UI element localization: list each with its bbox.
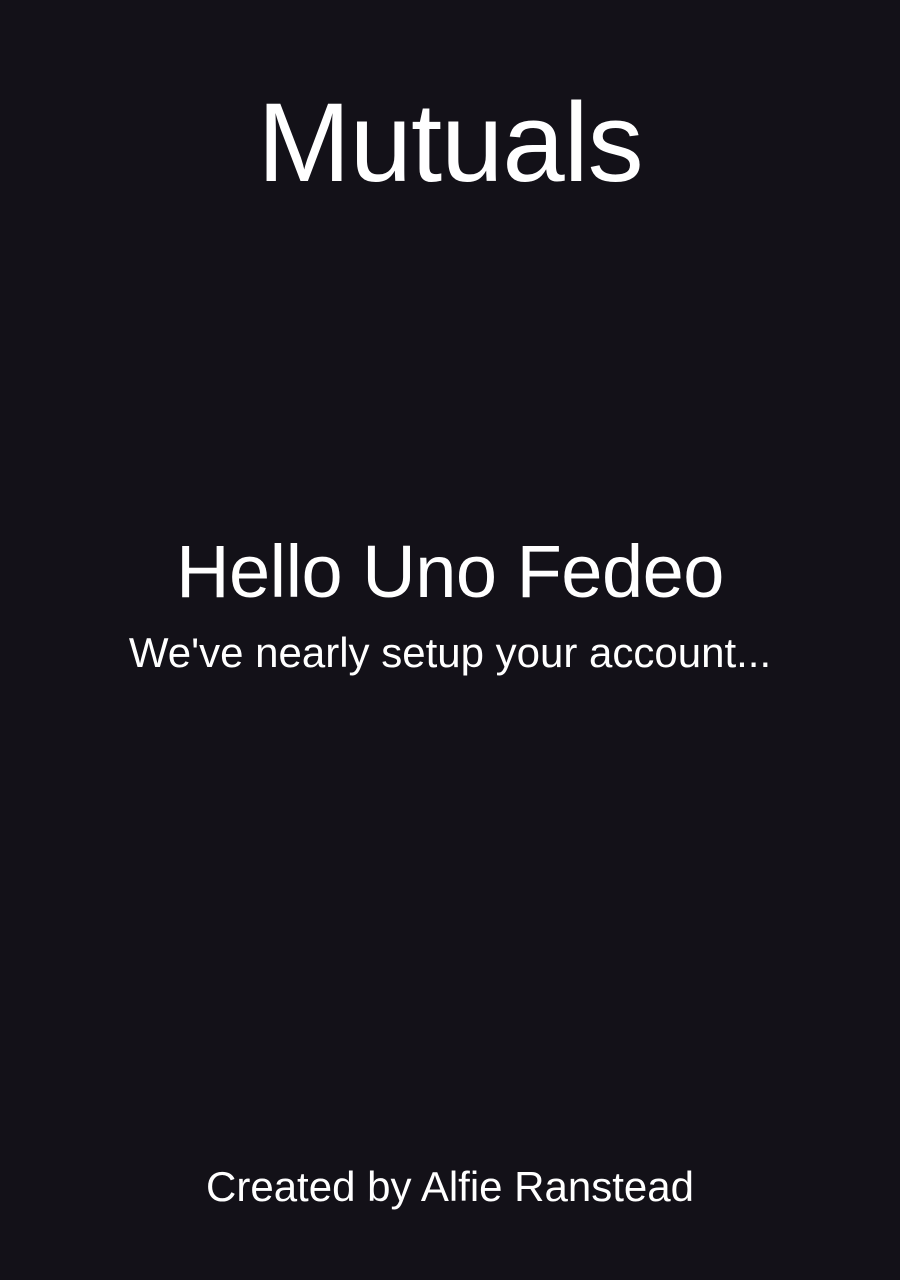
app-title: Mutuals bbox=[257, 80, 643, 205]
creator-credit: Created by Alfie Ranstead bbox=[206, 1163, 694, 1210]
greeting-text: Hello Uno Fedeo bbox=[176, 530, 724, 613]
welcome-section: Hello Uno Fedeo We've nearly setup your … bbox=[0, 528, 900, 680]
setup-status-text: We've nearly setup your account... bbox=[128, 629, 772, 676]
loading-screen: Mutuals Hello Uno Fedeo We've nearly set… bbox=[0, 0, 900, 1280]
